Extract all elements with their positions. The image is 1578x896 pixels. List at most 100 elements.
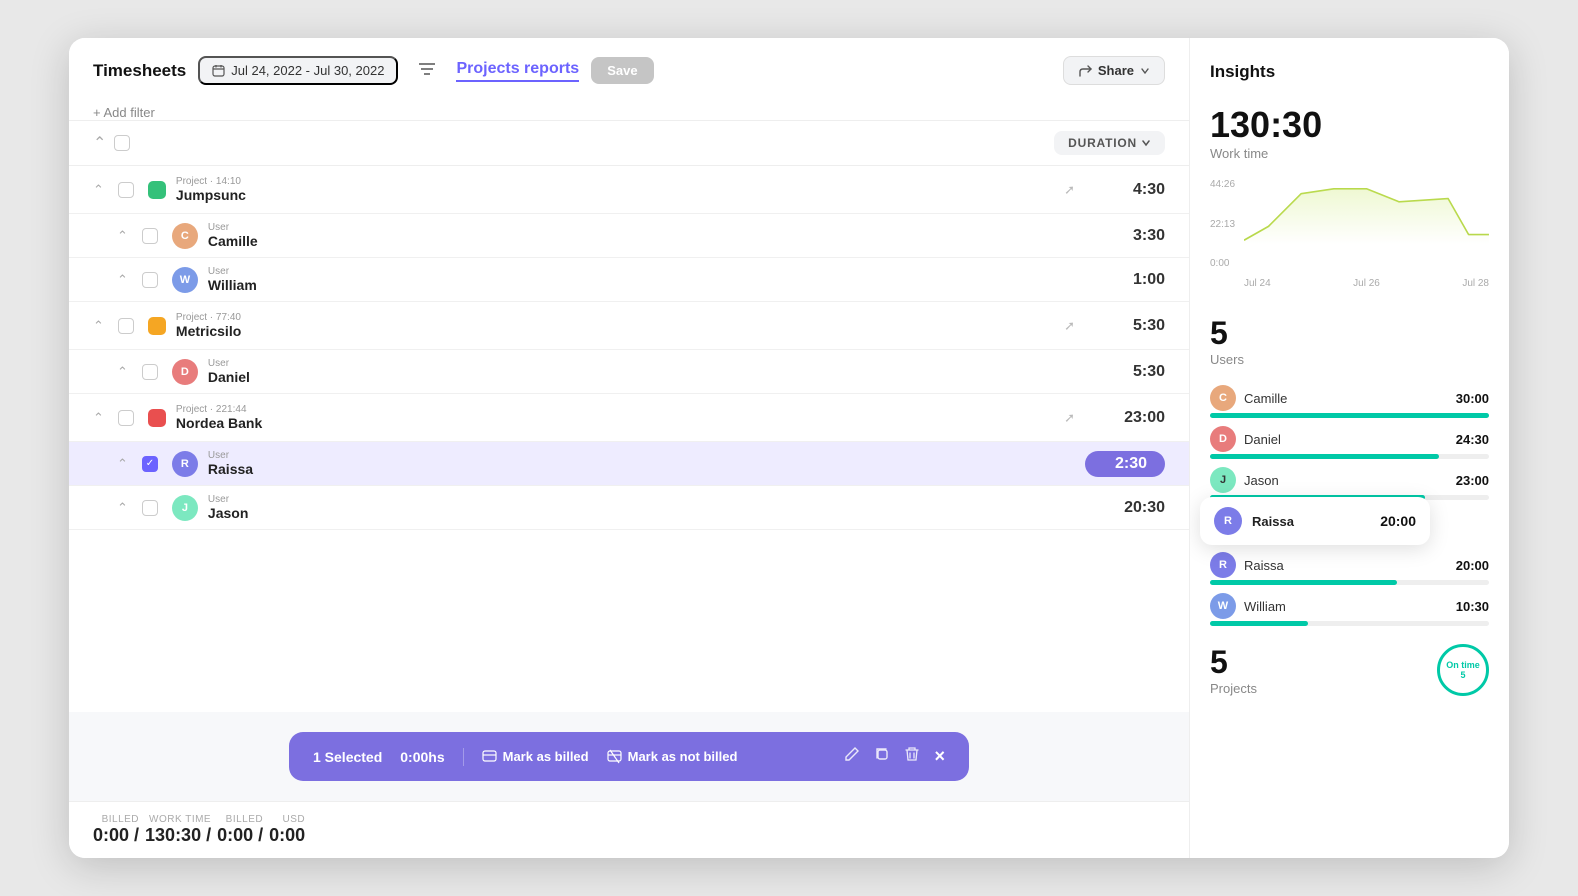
user-stat-avatar: D [1210,426,1236,452]
user-checkbox[interactable] [142,364,158,380]
user-stat-time: 20:00 [1456,558,1489,573]
footer-summary: BILLED 0:00 / WORK TIME 130:30 / BILLED … [69,801,1189,858]
collapse-icon[interactable]: ⌃ [93,182,104,198]
add-filter-button[interactable]: + Add filter [93,97,1165,120]
date-range-button[interactable]: Jul 24, 2022 - Jul 30, 2022 [198,56,398,85]
collapse-icon[interactable]: ⌃ [117,228,128,244]
project-row: ⌃ Project · 14:10 Jumpsunc ➚ 4:30 [69,166,1189,214]
tooltip-card: R Raissa 20:00 [1200,497,1430,545]
user-name: Daniel [208,369,1075,385]
bottom-bar-icons: × [844,746,945,767]
user-stat-avatar: J [1210,467,1236,493]
delete-icon[interactable] [904,746,920,767]
user-label: User [208,450,1075,461]
collapse-all-icon[interactable]: ⌃ [93,133,106,153]
usd-footer: USD 0:00 [269,814,305,846]
share-icon [1078,64,1092,78]
users-label: Users [1210,352,1489,367]
project-row: ⌃ Project · 221:44 Nordea Bank ➚ 23:00 [69,394,1189,442]
user-duration: 3:30 [1085,227,1165,245]
mark-not-billed-button[interactable]: Mark as not billed [607,749,738,764]
save-button[interactable]: Save [591,57,653,84]
projects-reports-label[interactable]: Projects reports [456,60,579,82]
collapse-icon[interactable]: ⌃ [117,364,128,380]
x-label-2: Jul 26 [1353,278,1380,289]
user-checkbox[interactable] [142,272,158,288]
collapse-icon[interactable]: ⌃ [93,318,104,334]
user-stat-row: J Jason 23:00 [1210,467,1489,500]
calendar-icon [212,64,225,77]
external-link-icon[interactable]: ➚ [1064,410,1075,426]
user-info: User Daniel [208,358,1075,385]
mark-billed-button[interactable]: Mark as billed [482,749,589,764]
user-info: User Raissa [208,450,1075,477]
project-info: Project · 77:40 Metricsilo [176,312,1054,339]
external-link-icon[interactable]: ➚ [1064,182,1075,198]
user-label: User [208,358,1075,369]
select-all-checkbox[interactable] [114,135,130,151]
project-name: Nordea Bank [176,415,1054,431]
user-duration: 1:00 [1085,271,1165,289]
user-stat-inner: W William 10:30 [1210,593,1489,619]
raissa-row-container: R Raissa 20:00 R Raissa 20:00 [1210,508,1489,585]
user-label: User [208,266,1075,277]
timesheets-title: Timesheets [93,61,186,81]
projects-section: 5 Projects [1210,644,1257,696]
projects-count-row: 5 Projects On time 5 [1210,644,1489,696]
user-name: Jason [208,505,1075,521]
project-meta: Project · 77:40 [176,312,1054,323]
duration-sort-button[interactable]: DURATION [1054,131,1165,155]
users-list: C Camille 30:00 D Daniel 24:30 [1210,385,1489,626]
bottom-bar: 1 Selected 0:00hs Mark as billed [289,732,969,781]
projects-count: 5 [1210,644,1257,681]
collapse-icon[interactable]: ⌃ [117,272,128,288]
insights-title: Insights [1210,62,1489,82]
user-stat-name: Camille [1244,391,1448,406]
mark-not-billed-label: Mark as not billed [628,749,738,764]
filter-icon-button[interactable] [410,56,444,85]
share-button[interactable]: Share [1063,56,1165,85]
user-stat-time: 10:30 [1456,599,1489,614]
work-time-big-label: Work time [1210,146,1489,161]
tooltip-name: Raissa [1252,514,1370,529]
selected-count-label: 1 Selected [313,749,382,765]
work-time-value: 130:30 / [145,825,211,846]
share-label: Share [1098,63,1134,78]
project-checkbox[interactable] [118,410,134,426]
user-stat-avatar: W [1210,593,1236,619]
usd-label: USD [283,814,306,825]
collapse-icon[interactable]: ⌃ [117,500,128,516]
user-checkbox[interactable] [142,228,158,244]
project-checkbox[interactable] [118,318,134,334]
user-checkbox-checked[interactable] [142,456,158,472]
user-row: ⌃ C User Camille 3:30 [69,214,1189,258]
user-info: User Jason [208,494,1075,521]
user-row-selected: ⌃ R User Raissa 2:30 [69,442,1189,486]
user-stat-name: Jason [1244,473,1448,488]
edit-icon[interactable] [844,746,860,767]
external-link-icon[interactable]: ➚ [1064,318,1075,334]
user-row: ⌃ J User Jason 20:30 [69,486,1189,530]
user-stat-inner: J Jason 23:00 [1210,467,1489,493]
project-checkbox[interactable] [118,182,134,198]
progress-bar [1210,413,1489,418]
collapse-icon[interactable]: ⌃ [117,456,128,472]
user-stat-row: C Camille 30:00 [1210,385,1489,418]
billed-value: 0:00 / [93,825,139,846]
collapse-icon[interactable]: ⌃ [93,410,104,426]
main-content: Timesheets Jul 24, 2022 - Jul 30, 2022 [69,38,1189,858]
chart-y-labels: 44:26 22:13 0:00 [1210,179,1235,269]
y-label-bot: 0:00 [1210,258,1235,269]
user-stat-inner: R Raissa 20:00 [1210,552,1489,578]
duplicate-icon[interactable] [874,746,890,767]
close-button[interactable]: × [934,746,945,767]
x-label-1: Jul 24 [1244,278,1271,289]
user-stat-time: 24:30 [1456,432,1489,447]
user-checkbox[interactable] [142,500,158,516]
project-name: Metricsilo [176,323,1054,339]
chart-svg [1244,179,1489,244]
mark-billed-label: Mark as billed [503,749,589,764]
avatar: R [172,451,198,477]
chart-x-labels: Jul 24 Jul 26 Jul 28 [1244,278,1489,289]
user-stat-inner: C Camille 30:00 [1210,385,1489,411]
